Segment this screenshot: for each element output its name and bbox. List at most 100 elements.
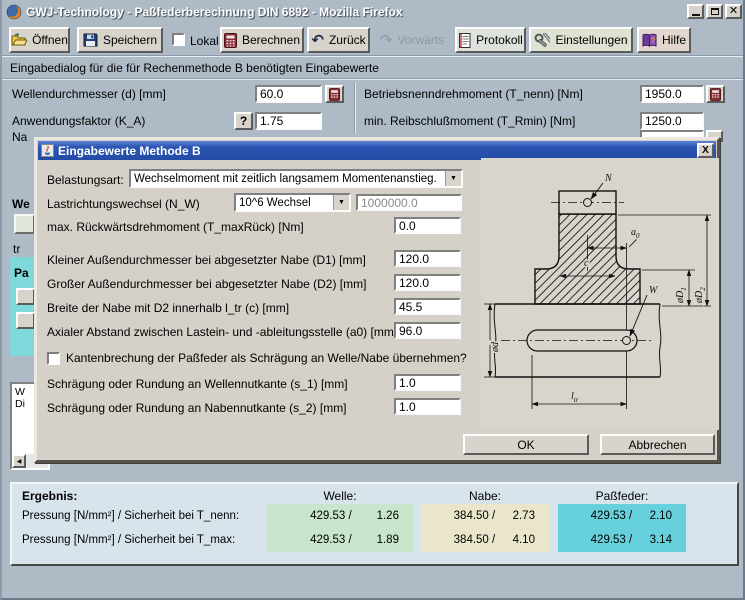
anwendungsfaktor-help-button[interactable]: ? (234, 112, 253, 130)
reibschlussmoment-input[interactable] (640, 112, 704, 130)
rueckwaertsdrehmoment-label: max. Rückwärtsdrehmoment (T_maxRück) [Nm… (47, 219, 304, 236)
form-column-divider (354, 82, 356, 134)
maximize-icon (711, 8, 719, 15)
welle-section-label-partial: We (12, 197, 30, 211)
betriebsnenndrehmoment-label: Betriebsnenndrehmoment (T_nenn) [Nm] (364, 86, 583, 103)
results-title: Ergebnis: (22, 489, 77, 503)
close-button[interactable]: ✕ (725, 4, 742, 19)
anwendungsfaktor-label: Anwendungsfaktor (K_A) (12, 113, 145, 130)
forward-button[interactable]: ↷ Vorwärts (374, 27, 450, 53)
close-icon: ✕ (729, 7, 738, 16)
passfeder-result-block: 429.53 /2.10 429.53 /3.14 (558, 504, 686, 552)
local-checkbox-label[interactable]: Lokal (190, 33, 219, 50)
column-header-nabe: Nabe: (421, 489, 549, 503)
passfeder-section-label-partial: Pa (14, 266, 29, 280)
window-titlebar[interactable]: GWJ-Technology - Paßfederberechnung DIN … (2, 0, 745, 23)
label-d: ød (490, 341, 501, 353)
dialog-close-icon: X (702, 145, 709, 156)
lastrichtungswechsel-selected: 10^6 Wechsel (236, 197, 333, 209)
d2-label: Großer Außendurchmesser bei abgesetzter … (47, 276, 366, 293)
passfeder-button-partial[interactable] (16, 288, 35, 305)
anwendungsfaktor-input[interactable] (255, 112, 322, 130)
kantenbrechung-checkbox-label[interactable]: Kantenbrechung der Paßfeder als Schrägun… (66, 350, 467, 367)
minimize-button[interactable] (687, 4, 704, 19)
open-label: Öffnen (32, 33, 68, 47)
label-ltr: ltr (571, 391, 579, 404)
nabenbreite-c-input[interactable] (394, 298, 461, 315)
window-title: GWJ-Technology - Paßfederberechnung DIN … (26, 5, 403, 19)
open-button[interactable]: Öffnen (9, 27, 70, 53)
passfeder-panel-partial: Pa (10, 257, 36, 356)
nabe-result-block: 384.50 /2.73 384.50 /4.10 (421, 504, 549, 552)
passfeder-button2-partial[interactable] (16, 312, 35, 329)
calculate-label: Berechnen (242, 33, 300, 47)
lastrichtungswechsel-select[interactable]: 10^6 Wechsel ▼ (234, 193, 351, 212)
label-D2: øD2 (694, 287, 707, 304)
welle-field-partial[interactable] (14, 214, 35, 234)
passfeder-tnenn-row: 429.53 /2.10 (558, 504, 686, 528)
chevron-down-icon[interactable]: ▼ (333, 195, 349, 210)
local-checkbox[interactable] (172, 33, 185, 46)
browser-window: GWJ-Technology - Paßfederberechnung DIN … (0, 0, 745, 600)
column-header-welle: Welle: (267, 489, 413, 503)
page-header: Eingabedialog für die für Rechenmethode … (10, 61, 379, 75)
nabe-tnenn-row: 384.50 /2.73 (421, 504, 549, 528)
belastungsart-select[interactable]: Wechselmoment mit zeitlich langsamem Mom… (129, 169, 463, 188)
calculator-icon (710, 88, 721, 101)
dialog-close-button[interactable]: X (697, 143, 714, 158)
chevron-down-icon[interactable]: ▼ (445, 171, 461, 186)
calculator-icon (224, 33, 237, 48)
ok-button[interactable]: OK (463, 434, 589, 455)
s1-label: Schrägung oder Rundung an Wellennutkante… (47, 376, 348, 393)
tr-label-partial: tr (13, 241, 20, 258)
kantenbrechung-checkbox[interactable] (47, 352, 60, 365)
betriebsnenndrehmoment-calc-button[interactable] (706, 85, 725, 103)
header-separator (2, 78, 745, 80)
save-button[interactable]: Speichern (77, 27, 163, 53)
svg-text:?: ? (651, 38, 655, 45)
help-book-icon: ? (642, 33, 657, 47)
minimize-icon (692, 14, 700, 16)
lastrichtungswechsel-label: Lastrichtungswechsel (N_W) (47, 196, 200, 213)
protocol-label: Protokoll (476, 33, 523, 47)
scroll-left-icon: ◀ (17, 458, 22, 465)
settings-button[interactable]: Einstellungen (529, 27, 633, 53)
java-icon (41, 144, 54, 157)
wellendurchmesser-calc-button[interactable] (325, 85, 344, 103)
s2-input[interactable] (394, 398, 461, 415)
s2-label: Schrägung oder Rundung an Nabennutkante … (47, 400, 347, 417)
forward-arrow-icon: ↷ (380, 33, 393, 47)
rueckwaertsdrehmoment-input[interactable] (394, 217, 461, 234)
protocol-button[interactable]: Protokoll (455, 27, 526, 53)
d1-input[interactable] (394, 250, 461, 267)
help-button[interactable]: ? Hilfe (637, 27, 691, 53)
passfeder-tmax-row: 429.53 /3.14 (558, 528, 686, 552)
cancel-button[interactable]: Abbrechen (600, 434, 715, 455)
calculator-icon (329, 88, 340, 101)
s1-input[interactable] (394, 374, 461, 391)
help-label: Hilfe (662, 33, 686, 47)
dialog-eingabewerte-methode-b: Eingabewerte Methode B X Belastungsart: … (34, 137, 720, 463)
nabe-label-partial: Na (12, 129, 27, 146)
a0-input[interactable] (394, 322, 461, 339)
betriebsnenndrehmoment-input[interactable] (640, 85, 704, 103)
technical-drawing: N a0 c W øD1 (481, 158, 719, 430)
d2-input[interactable] (394, 274, 461, 291)
column-header-passfeder: Paßfeder: (558, 489, 686, 503)
toolbar-separator (2, 55, 745, 57)
save-label: Speichern (103, 33, 157, 47)
settings-label: Einstellungen (555, 33, 627, 47)
scroll-left-button[interactable]: ◀ (12, 454, 26, 468)
back-label: Zurück (329, 33, 366, 47)
reibschlussmoment-label: min. Reibschlußmoment (T_Rmin) [Nm] (364, 113, 575, 130)
protocol-document-icon (458, 33, 471, 48)
nabe-tmax-row: 384.50 /4.10 (421, 528, 549, 552)
d1-label: Kleiner Außendurchmesser bei abgesetzter… (47, 252, 366, 269)
wellendurchmesser-input[interactable] (255, 85, 322, 103)
back-button[interactable]: ↶ Zurück (307, 27, 370, 53)
results-panel: Ergebnis: Welle: Nabe: Paßfeder: Pressun… (10, 482, 739, 566)
calculate-button[interactable]: Berechnen (220, 27, 304, 53)
maximize-button[interactable] (706, 4, 723, 19)
open-folder-icon (11, 33, 27, 47)
label-c: c (584, 258, 589, 269)
